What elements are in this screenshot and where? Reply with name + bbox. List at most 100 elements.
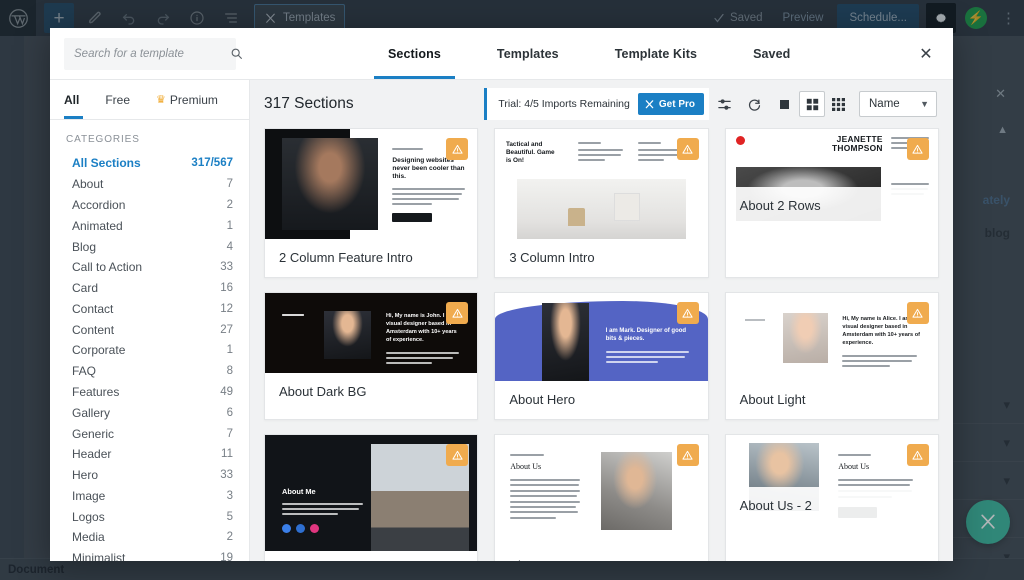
template-card[interactable]: JEANETTE THOMPSON About 2 Rows <box>724 128 939 278</box>
category-item[interactable]: About 7 <box>50 174 249 195</box>
search-box[interactable] <box>64 37 242 70</box>
template-card[interactable]: Hi, My name is John. I am a visual desig… <box>264 292 479 420</box>
view-single-icon[interactable] <box>769 88 799 120</box>
template-card[interactable]: About Me About Me <box>264 434 479 561</box>
category-label: Blog <box>72 239 97 254</box>
categories-heading: CATEGORIES <box>66 134 140 145</box>
category-label: Features <box>72 384 120 399</box>
category-item[interactable]: Gallery 6 <box>50 402 249 423</box>
category-count: 4 <box>226 240 233 253</box>
category-label: Media <box>72 530 105 545</box>
crown-icon: ♛ <box>156 94 166 106</box>
category-item[interactable]: Hero 33 <box>50 465 249 486</box>
category-label: Generic <box>72 426 115 441</box>
pro-badge-icon <box>906 138 929 160</box>
category-count: 7 <box>226 178 233 191</box>
category-label: Animated <box>72 218 123 233</box>
category-label: Contact <box>72 301 114 316</box>
category-count: 6 <box>226 406 233 419</box>
template-grid: Designing websites never been cooler tha… <box>264 128 939 561</box>
tab-template-kits[interactable]: Template Kits <box>587 28 725 79</box>
category-count: 1 <box>226 344 233 357</box>
category-count: 7 <box>226 427 233 440</box>
category-item[interactable]: Contact 12 <box>50 298 249 319</box>
category-item[interactable]: Header 11 <box>50 444 249 465</box>
category-count: 5 <box>226 510 233 523</box>
template-card-label: About Light <box>725 381 938 419</box>
filter-all[interactable]: All <box>64 80 105 119</box>
template-card-label: About Us - 1 <box>495 547 708 561</box>
category-item[interactable]: Content 27 <box>50 319 249 340</box>
category-item[interactable]: Minimalist 19 <box>50 548 249 561</box>
template-card[interactable]: About Us About Us - 1 <box>494 434 709 561</box>
search-icon[interactable] <box>230 47 243 60</box>
category-item[interactable]: All Sections 317/567 <box>50 153 249 174</box>
search-container <box>50 28 250 79</box>
category-count: 16 <box>220 282 233 295</box>
category-item[interactable]: Card 16 <box>50 278 249 299</box>
category-item[interactable]: Blog 4 <box>50 236 249 257</box>
category-item[interactable]: Features 49 <box>50 382 249 403</box>
category-count: 49 <box>220 385 233 398</box>
template-card-label: About Us - 2 <box>725 487 938 525</box>
search-input[interactable] <box>74 47 230 60</box>
template-card-label: About Hero <box>495 381 708 419</box>
template-card[interactable]: Tactical and Beautiful. Game is On! 3 Co… <box>494 128 709 278</box>
template-grid-scroll[interactable]: Designing websites never been cooler tha… <box>250 128 953 561</box>
template-card-label: 2 Column Feature Intro <box>265 239 478 277</box>
trial-text: Trial: 4/5 Imports Remaining <box>498 98 630 110</box>
modal-content: 317 Sections Trial: 4/5 Imports Remainin… <box>250 80 953 561</box>
templates-icon <box>645 99 654 108</box>
price-filter-tabs: All Free ♛ Premium <box>50 80 249 120</box>
filter-sliders-icon[interactable] <box>709 88 739 120</box>
category-label: Header <box>72 447 112 462</box>
category-label: Gallery <box>72 405 111 420</box>
filter-free[interactable]: Free <box>105 80 156 119</box>
pro-badge-icon <box>676 138 699 160</box>
filter-premium[interactable]: ♛ Premium <box>156 80 244 119</box>
category-label: About <box>72 177 104 192</box>
category-count: 11 <box>221 448 233 461</box>
pro-badge-icon <box>446 444 469 466</box>
pro-badge-icon <box>906 444 929 466</box>
category-count: 12 <box>220 302 233 315</box>
category-label: Call to Action <box>72 260 143 275</box>
tab-sections[interactable]: Sections <box>360 28 469 79</box>
template-library-modal: Sections Templates Template Kits Saved ✕… <box>50 28 953 561</box>
category-item[interactable]: Animated 1 <box>50 215 249 236</box>
tab-templates[interactable]: Templates <box>469 28 587 79</box>
template-card[interactable]: About Us About Us - 2 <box>724 434 939 561</box>
template-thumbnail: JEANETTE THOMPSON About 2 Rows <box>725 129 938 225</box>
content-toolbar: 317 Sections Trial: 4/5 Imports Remainin… <box>250 80 953 128</box>
category-item[interactable]: Generic 7 <box>50 423 249 444</box>
category-label: Content <box>72 322 115 337</box>
category-item[interactable]: FAQ 8 <box>50 361 249 382</box>
template-thumbnail: About Us <box>495 435 708 547</box>
category-count: 3 <box>226 489 233 502</box>
sort-select[interactable]: Name ▼ <box>859 91 937 117</box>
category-item[interactable]: Corporate 1 <box>50 340 249 361</box>
template-thumbnail: About Us About Us - 2 <box>725 435 938 525</box>
tab-saved[interactable]: Saved <box>725 28 818 79</box>
template-card-label: About Dark BG <box>265 373 478 411</box>
view-grid-large-icon[interactable] <box>799 91 825 117</box>
filter-free-label: Free <box>105 92 131 107</box>
category-label: Hero <box>72 468 99 483</box>
category-item[interactable]: Logos 5 <box>50 506 249 527</box>
template-card[interactable]: Hi, My name is Alice. I am a visual desi… <box>724 292 939 420</box>
template-card[interactable]: I am Mark. Designer of good bits & piece… <box>494 292 709 420</box>
template-card[interactable]: Designing websites never been cooler tha… <box>264 128 479 278</box>
refresh-icon[interactable] <box>739 88 769 120</box>
get-pro-button[interactable]: Get Pro <box>637 93 704 115</box>
category-item[interactable]: Image 3 <box>50 486 249 507</box>
category-item[interactable]: Call to Action 33 <box>50 257 249 278</box>
close-icon[interactable]: ✕ <box>899 28 953 79</box>
category-item[interactable]: Media 2 <box>50 527 249 548</box>
filter-premium-label: Premium <box>169 92 218 107</box>
category-count: 8 <box>226 365 233 378</box>
category-item[interactable]: Accordion 2 <box>50 195 249 216</box>
template-thumbnail: Tactical and Beautiful. Game is On! <box>495 129 708 239</box>
category-label: All Sections <box>72 156 141 171</box>
filter-all-label: All <box>64 92 80 107</box>
view-grid-small-icon[interactable] <box>825 91 851 117</box>
